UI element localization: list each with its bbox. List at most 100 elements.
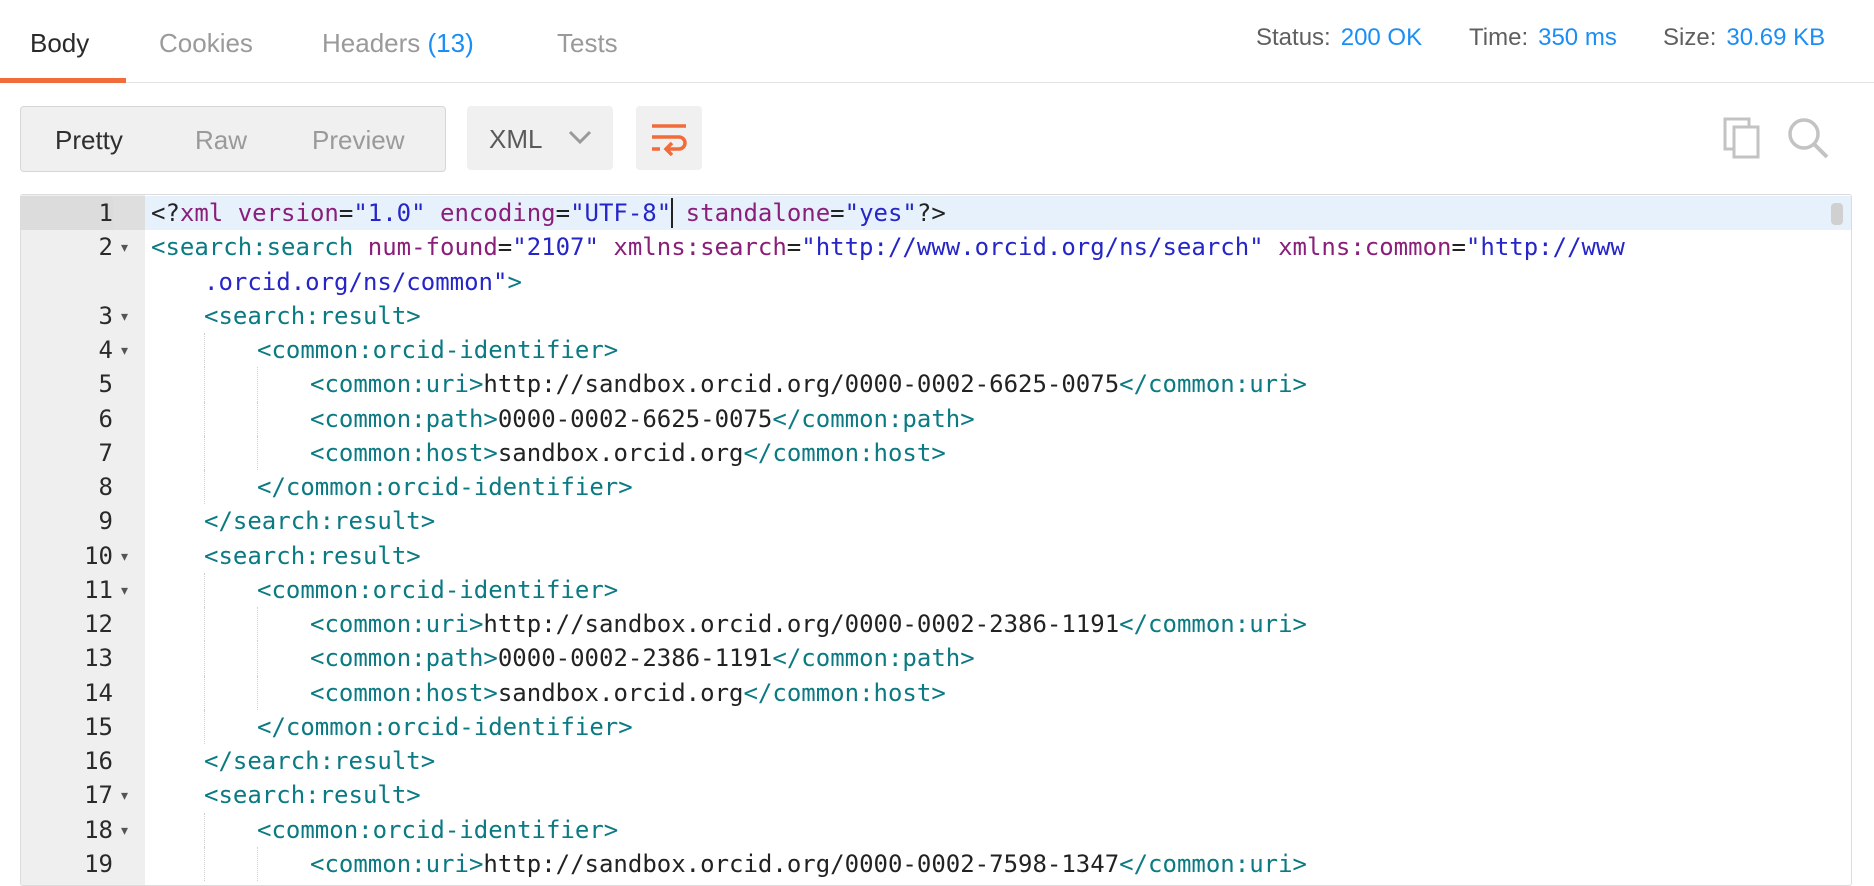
indent-guide: [204, 367, 205, 402]
code-line: <common:host>sandbox.orcid.org</common:h…: [145, 436, 1851, 470]
line-number: 14: [84, 678, 113, 707]
status-readout: Status: 200 OK: [1256, 24, 1422, 52]
time-value: 350 ms: [1538, 24, 1617, 51]
tab-body[interactable]: Body: [30, 28, 89, 59]
code-token: >: [507, 267, 522, 296]
indent-guide: [257, 607, 258, 642]
code-line-text: </common:orcid-identifier>: [257, 470, 633, 504]
line-number: 15: [84, 712, 113, 741]
line-number: 5: [98, 370, 113, 399]
vertical-scrollbar[interactable]: [1831, 203, 1843, 225]
status-label: Status:: [1256, 24, 1331, 51]
fold-toggle-icon[interactable]: ▾: [121, 573, 128, 607]
code-token: =: [497, 233, 513, 262]
line-number: 7: [98, 438, 113, 467]
code-line-text: <common:orcid-identifier>: [257, 813, 618, 847]
code-line-text: <search:result>: [204, 539, 421, 573]
code-line-text: <common:path>0000-0002-2386-1191</common…: [310, 641, 975, 675]
code-token: xmlns:common: [1278, 233, 1452, 262]
active-tab-indicator: [0, 78, 126, 83]
code-line: <search:result>: [145, 778, 1851, 812]
search-icon[interactable]: [1786, 116, 1830, 165]
code-line: <common:path>0000-0002-2386-1191</common…: [145, 641, 1851, 675]
line-number: 16: [84, 747, 113, 775]
code-token: =: [1451, 233, 1466, 262]
code-line: <common:path>0000-0002-6625-0075</common…: [145, 402, 1851, 436]
response-panel: Body Cookies Headers (13) Tests Status: 2…: [0, 0, 1874, 886]
line-number: 17: [84, 781, 113, 810]
code-token: <search:result>: [204, 781, 421, 810]
code-token: </search:result>: [204, 507, 436, 536]
code-token: </common:uri>: [1119, 370, 1307, 399]
response-body-editor[interactable]: 1 2 ▾ 3 ▾ 4 ▾ 5 6 7 8 9 10 ▾ 11 ▾ 12 13 14 15 16 17 ▾ 18 ▾ 19 <?x…: [20, 194, 1852, 886]
view-mode-raw[interactable]: Raw: [195, 125, 247, 156]
line-number: 19: [84, 849, 113, 878]
line-number: 10: [84, 541, 113, 570]
text-cursor: [671, 198, 674, 228]
code-token: </common:orcid-identifier>: [257, 712, 633, 741]
time-readout: Time: 350 ms: [1469, 24, 1617, 52]
code-token: standalone: [685, 199, 831, 227]
code-area[interactable]: <?xml version="1.0" encoding="UTF-8" sta…: [145, 195, 1851, 885]
code-line: </common:orcid-identifier>: [145, 710, 1851, 744]
code-token: </common:uri>: [1119, 610, 1307, 638]
tab-label: Body: [30, 28, 90, 58]
fold-toggle-icon[interactable]: ▾: [121, 778, 128, 812]
copy-icon[interactable]: [1722, 116, 1762, 165]
code-token: xml: [179, 199, 238, 227]
view-mode-pretty[interactable]: Pretty: [55, 125, 123, 156]
code-token: <common:uri>: [310, 610, 484, 638]
line-number: 11: [84, 575, 113, 604]
indent-guide: [257, 846, 258, 881]
code-line-text: <common:host>sandbox.orcid.org</common:h…: [310, 676, 946, 710]
tab-headers[interactable]: Headers (13): [322, 28, 474, 59]
code-line-text: <common:path>0000-0002-6625-0075</common…: [310, 402, 975, 436]
time-label: Time:: [1469, 24, 1529, 51]
fold-toggle-icon[interactable]: ▾: [121, 813, 128, 847]
code-token: </common:host>: [743, 678, 946, 707]
code-line-text: </search:result>: [204, 744, 435, 778]
code-line: <common:orcid-identifier>: [145, 573, 1851, 607]
code-line: <common:uri>http://sandbox.orcid.org/000…: [145, 847, 1851, 881]
code-token: "yes": [844, 199, 917, 227]
code-token: <common:orcid-identifier>: [257, 815, 619, 844]
line-number: 4: [98, 336, 113, 364]
code-line-text: </common:orcid-identifier>: [257, 710, 633, 744]
fold-toggle-icon[interactable]: ▾: [121, 230, 128, 264]
code-token: </common:uri>: [1119, 849, 1307, 878]
code-token: http://sandbox.orcid.org/0000-0002-6625-…: [483, 370, 1120, 399]
code-line-text: </search:result>: [204, 504, 435, 538]
view-mode-preview[interactable]: Preview: [312, 125, 404, 156]
indent-guide: [257, 641, 258, 676]
code-token: </search:result>: [204, 747, 436, 775]
code-line: <search:result>: [145, 539, 1851, 573]
line-number: 13: [84, 644, 113, 673]
code-token: <common:host>: [310, 438, 498, 467]
fold-toggle-icon[interactable]: ▾: [121, 299, 128, 333]
fold-toggle-icon[interactable]: ▾: [121, 539, 128, 573]
code-token: =: [338, 199, 354, 227]
code-token: <?: [151, 199, 180, 227]
code-token: </common:host>: [743, 438, 946, 467]
indent-guide: [204, 641, 205, 676]
tab-cookies[interactable]: Cookies: [159, 28, 253, 59]
code-token: .orcid.org/ns/common": [204, 267, 508, 296]
code-token: sandbox.orcid.org: [497, 438, 744, 467]
fold-toggle-icon[interactable]: ▾: [121, 333, 128, 367]
format-select[interactable]: XML: [467, 106, 613, 170]
tab-label: Tests: [557, 28, 618, 58]
indent-guide: [204, 401, 205, 436]
code-line-text: <search:result>: [204, 778, 421, 812]
code-token: <common:orcid-identifier>: [257, 336, 619, 364]
code-token: http://sandbox.orcid.org/0000-0002-2386-…: [483, 610, 1120, 638]
indent-guide: [204, 675, 205, 710]
code-line: <?xml version="1.0" encoding="UTF-8" sta…: [145, 196, 1851, 230]
code-line: <search:search num-found="2107" xmlns:se…: [145, 230, 1851, 264]
wrap-lines-button[interactable]: [636, 106, 702, 170]
code-line: </common:orcid-identifier>: [145, 470, 1851, 504]
code-token: num-found: [367, 233, 498, 262]
line-number: 1: [21, 196, 113, 230]
tab-tests[interactable]: Tests: [557, 28, 618, 59]
